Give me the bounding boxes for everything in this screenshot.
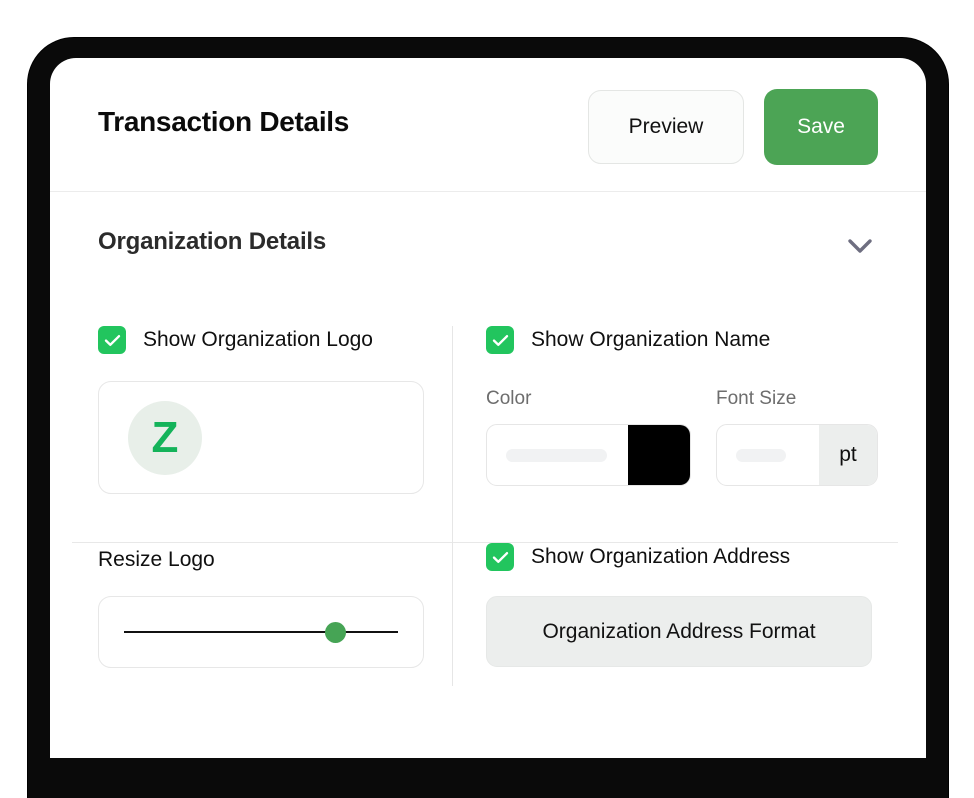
font-size-field-group: Font Size pt: [716, 388, 878, 486]
right-column: Show Organization Name Color Font Size p…: [486, 326, 886, 667]
app-header: Transaction Details Preview Save: [50, 58, 926, 192]
app-card: Transaction Details Preview Save Organiz…: [50, 58, 926, 758]
slider-track[interactable]: [124, 631, 398, 633]
color-swatch[interactable]: [628, 425, 690, 485]
show-organization-address-row[interactable]: Show Organization Address: [486, 543, 886, 571]
show-organization-name-label: Show Organization Name: [531, 328, 771, 351]
font-size-value-placeholder: [736, 448, 786, 462]
show-organization-address-label: Show Organization Address: [531, 545, 791, 568]
name-style-fields: Color Font Size pt: [486, 388, 886, 486]
chevron-down-icon[interactable]: [840, 226, 880, 266]
show-organization-logo-row[interactable]: Show Organization Logo: [98, 326, 428, 354]
show-organization-name-checkbox[interactable]: [486, 326, 514, 354]
header-actions: Preview Save: [588, 89, 878, 165]
organization-details-section-header: Organization Details: [50, 192, 926, 300]
organization-logo-avatar: Z: [128, 400, 202, 475]
resize-logo-slider[interactable]: [98, 596, 424, 668]
save-button[interactable]: Save: [764, 89, 878, 165]
organization-details-body: Show Organization Logo Z Resize Logo Sho…: [50, 300, 926, 686]
show-organization-logo-label: Show Organization Logo: [143, 328, 373, 351]
preview-button[interactable]: Preview: [588, 90, 744, 164]
page-title: Transaction Details: [98, 106, 350, 137]
organization-address-format-button[interactable]: Organization Address Format: [486, 596, 872, 667]
show-organization-logo-checkbox[interactable]: [98, 326, 126, 354]
show-organization-address-checkbox[interactable]: [486, 543, 514, 571]
color-value-placeholder: [506, 448, 607, 462]
font-size-field-label: Font Size: [716, 388, 797, 409]
color-field-group: Color: [486, 388, 691, 486]
font-size-field[interactable]: pt: [716, 424, 878, 486]
color-input[interactable]: [487, 425, 628, 485]
logo-preview-box[interactable]: Z: [98, 381, 424, 494]
font-size-unit: pt: [819, 425, 877, 485]
slider-thumb[interactable]: [324, 622, 346, 643]
section-title: Organization Details: [98, 228, 327, 255]
left-column: Show Organization Logo Z Resize Logo: [98, 326, 428, 668]
show-organization-name-row[interactable]: Show Organization Name: [486, 326, 886, 354]
color-field-label: Color: [486, 388, 532, 409]
column-divider: [452, 326, 453, 686]
color-field[interactable]: [486, 424, 691, 486]
resize-logo-label: Resize Logo: [98, 548, 215, 571]
font-size-input[interactable]: [717, 425, 819, 485]
